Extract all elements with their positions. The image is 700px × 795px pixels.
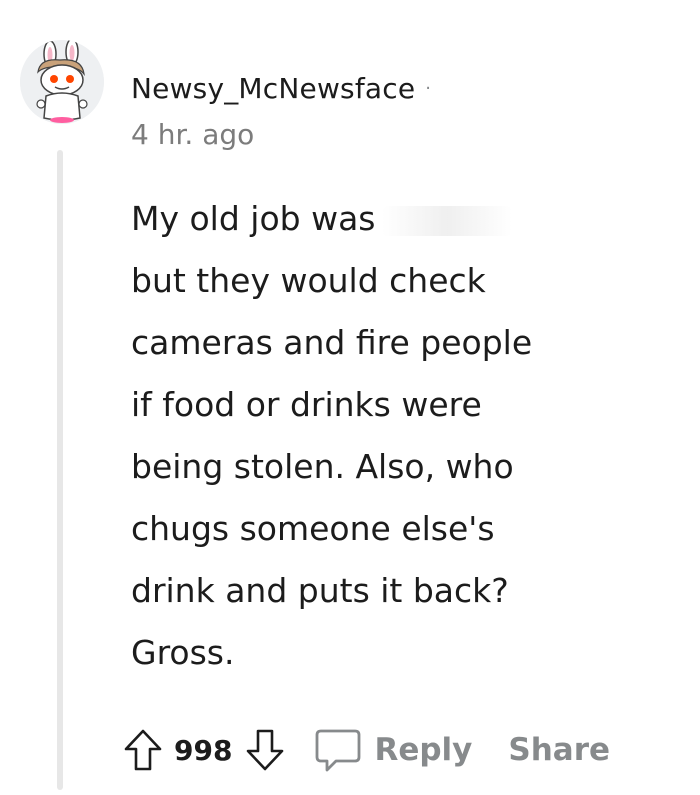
body-line: being stolen. Also, who bbox=[131, 447, 514, 486]
snoo-avatar-icon bbox=[20, 40, 104, 124]
comment-actions: 998 Reply Share bbox=[120, 722, 610, 778]
author-name[interactable]: Newsy_McNewsface bbox=[131, 72, 415, 105]
thread-line[interactable] bbox=[57, 150, 63, 790]
speech-bubble-icon bbox=[316, 729, 361, 772]
reply-label: Reply bbox=[374, 732, 473, 768]
body-line: drink and puts it back? bbox=[131, 571, 509, 610]
share-label: Share bbox=[508, 732, 611, 768]
downvote-arrow-icon bbox=[247, 729, 284, 771]
separator-dot: · bbox=[425, 77, 432, 99]
upvote-arrow-icon bbox=[124, 729, 162, 771]
body-line: Gross. bbox=[131, 633, 235, 672]
body-line: chugs someone else's bbox=[131, 509, 495, 548]
reply-button[interactable]: Reply bbox=[314, 726, 472, 774]
author-row: Newsy_McNewsface · bbox=[131, 70, 431, 106]
avatar[interactable] bbox=[20, 40, 104, 124]
vote-score: 998 bbox=[174, 733, 233, 767]
share-button[interactable]: Share bbox=[508, 732, 610, 768]
comment-card: Newsy_McNewsface · 4 hr. ago My old job … bbox=[0, 0, 700, 795]
comment-body: My old job was but they would check came… bbox=[131, 188, 651, 684]
downvote-button[interactable] bbox=[242, 725, 288, 775]
body-line: My old job was bbox=[131, 188, 651, 250]
body-line: if food or drinks were bbox=[131, 385, 482, 424]
timestamp[interactable]: 4 hr. ago bbox=[131, 118, 254, 151]
body-line: cameras and fire people bbox=[131, 323, 533, 362]
body-line: but they would check bbox=[131, 261, 486, 300]
body-line-text: My old job was bbox=[131, 199, 376, 238]
redacted-text bbox=[381, 205, 512, 236]
upvote-button[interactable] bbox=[120, 725, 166, 775]
